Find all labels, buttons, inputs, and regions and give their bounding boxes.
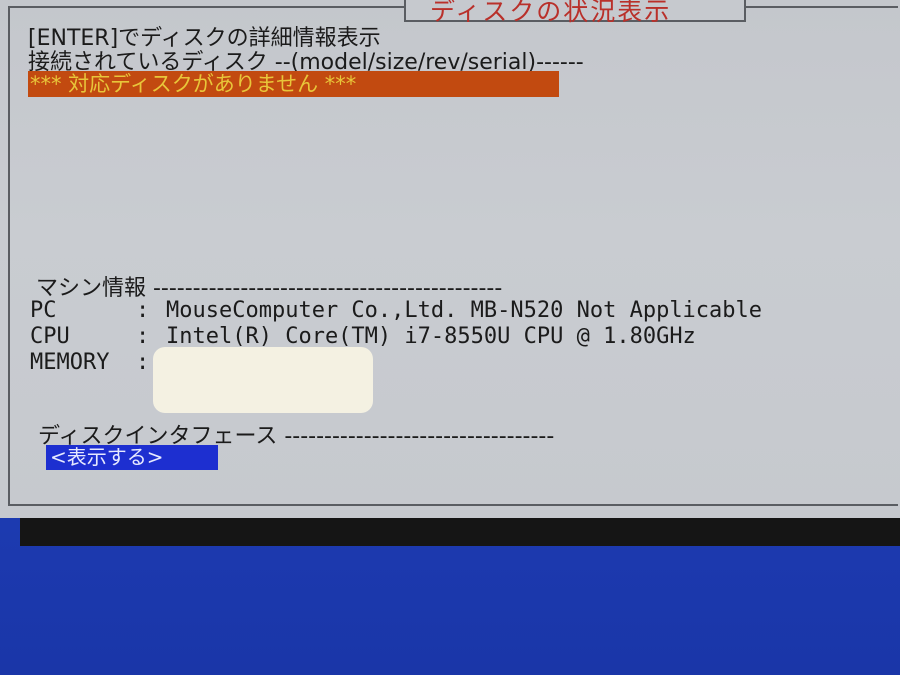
no-disk-message[interactable]: *** 対応ディスクがありません ***	[28, 71, 559, 97]
dialog-title: ディスクの状況表示	[430, 0, 672, 26]
memory-label: MEMORY	[30, 350, 110, 375]
memory-redaction	[153, 347, 373, 413]
cpu-separator: :	[136, 324, 150, 349]
pc-label: PC	[30, 298, 57, 323]
cpu-label: CPU	[30, 324, 70, 349]
pc-value: MouseComputer Co.,Ltd. MB-N520 Not Appli…	[166, 298, 763, 323]
show-interface-button[interactable]: <表示する>	[46, 445, 218, 470]
cpu-value: Intel(R) Core(TM) i7-8550U CPU @ 1.80GHz	[166, 324, 696, 349]
memory-separator: :	[136, 350, 150, 375]
pc-separator: :	[136, 298, 150, 323]
disk-status-dialog: ディスクの状況表示 [ENTER]でディスクの詳細情報表示 接続されているディス…	[0, 0, 900, 518]
